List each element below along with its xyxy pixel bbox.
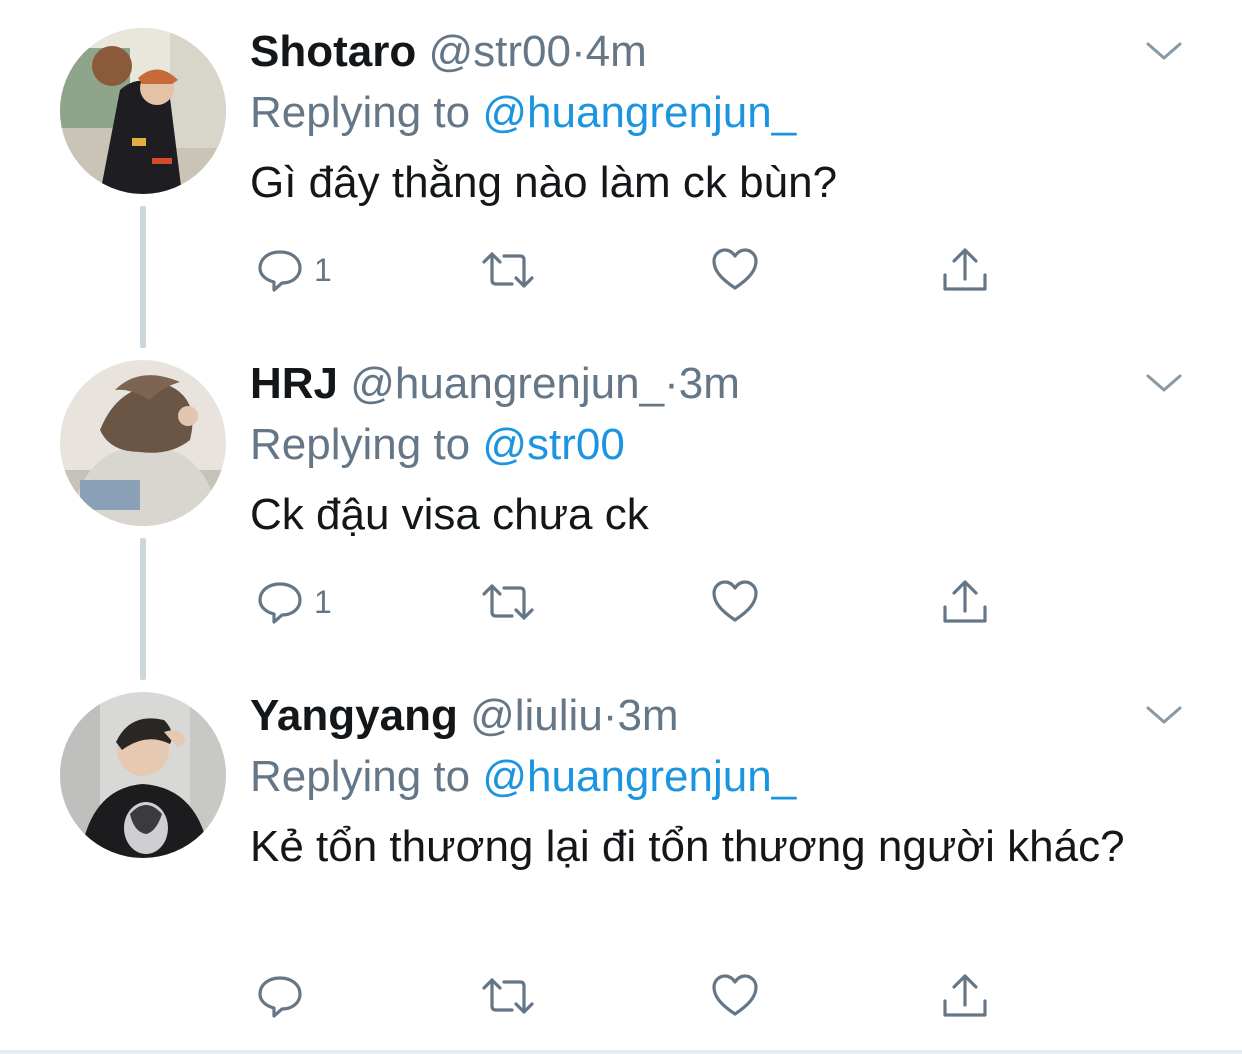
- reply-icon: [258, 976, 302, 1018]
- share-icon: [943, 580, 987, 623]
- retweet-icon: [482, 978, 534, 1014]
- tweet-actions: [0, 966, 1242, 1026]
- avatar[interactable]: [60, 360, 226, 526]
- bottom-divider: [0, 1050, 1242, 1054]
- retweet-icon: [482, 584, 534, 620]
- tweet-text: Ck đậu visa chưa ck: [250, 490, 649, 539]
- caret-down-icon[interactable]: [1142, 36, 1186, 66]
- separator-dot: ·: [602, 691, 618, 740]
- timestamp[interactable]: 3m: [679, 359, 740, 408]
- retweet-button[interactable]: [480, 966, 536, 1026]
- replying-to-line: Replying to @huangrenjun_: [250, 82, 796, 144]
- reply-count: 1: [314, 583, 332, 620]
- tweet-header: Yangyang @liuliu·3m: [250, 686, 679, 746]
- tweet-header: Shotaro @str00·4m: [250, 22, 647, 82]
- replying-to-label: Replying to: [250, 752, 471, 801]
- avatar[interactable]: [60, 28, 226, 194]
- tweet-actions: 1: [0, 572, 1242, 632]
- share-button[interactable]: [940, 966, 990, 1026]
- retweet-button[interactable]: [480, 240, 536, 300]
- replying-to-mention[interactable]: @huangrenjun_: [482, 752, 796, 801]
- replying-to-mention[interactable]: @str00: [482, 420, 624, 469]
- replying-to-line: Replying to @str00: [250, 414, 625, 476]
- tweet-actions: 1: [0, 240, 1242, 300]
- retweet-icon: [482, 252, 534, 288]
- user-handle[interactable]: @liuliu: [470, 691, 603, 740]
- separator-dot: ·: [570, 27, 586, 76]
- avatar[interactable]: [60, 692, 226, 858]
- caret-down-icon[interactable]: [1142, 368, 1186, 398]
- timestamp[interactable]: 3m: [617, 691, 678, 740]
- user-handle[interactable]: @huangrenjun_: [350, 359, 664, 408]
- like-icon: [712, 580, 758, 622]
- timestamp[interactable]: 4m: [586, 27, 647, 76]
- display-name[interactable]: HRJ: [250, 359, 338, 408]
- reply-button[interactable]: 1: [256, 572, 332, 632]
- retweet-button[interactable]: [480, 572, 536, 632]
- caret-down-icon[interactable]: [1142, 700, 1186, 730]
- user-handle[interactable]: @str00: [428, 27, 570, 76]
- like-button[interactable]: [710, 240, 760, 300]
- reply-count: 1: [314, 251, 332, 288]
- like-icon: [712, 974, 758, 1016]
- reply-button[interactable]: [256, 966, 314, 1026]
- display-name[interactable]: Yangyang: [250, 691, 458, 740]
- replying-to-mention[interactable]: @huangrenjun_: [482, 88, 796, 137]
- reply-icon: [258, 582, 302, 624]
- share-button[interactable]: [940, 572, 990, 632]
- tweet-header: HRJ @huangrenjun_·3m: [250, 354, 740, 414]
- reply-icon: [258, 250, 302, 292]
- replying-to-label: Replying to: [250, 88, 471, 137]
- share-icon: [943, 974, 987, 1017]
- like-button[interactable]: [710, 966, 760, 1026]
- share-icon: [943, 248, 987, 291]
- tweet-text: Gì đây thằng nào làm ck bùn?: [250, 158, 838, 207]
- share-button[interactable]: [940, 240, 990, 300]
- tweet-text: Kẻ tổn thương lại đi tổn thương người kh…: [250, 822, 1125, 871]
- replying-to-label: Replying to: [250, 420, 471, 469]
- like-button[interactable]: [710, 572, 760, 632]
- display-name[interactable]: Shotaro: [250, 27, 416, 76]
- reply-button[interactable]: 1: [256, 240, 332, 300]
- separator-dot: ·: [664, 359, 679, 408]
- replying-to-line: Replying to @huangrenjun_: [250, 746, 796, 808]
- like-icon: [712, 248, 758, 290]
